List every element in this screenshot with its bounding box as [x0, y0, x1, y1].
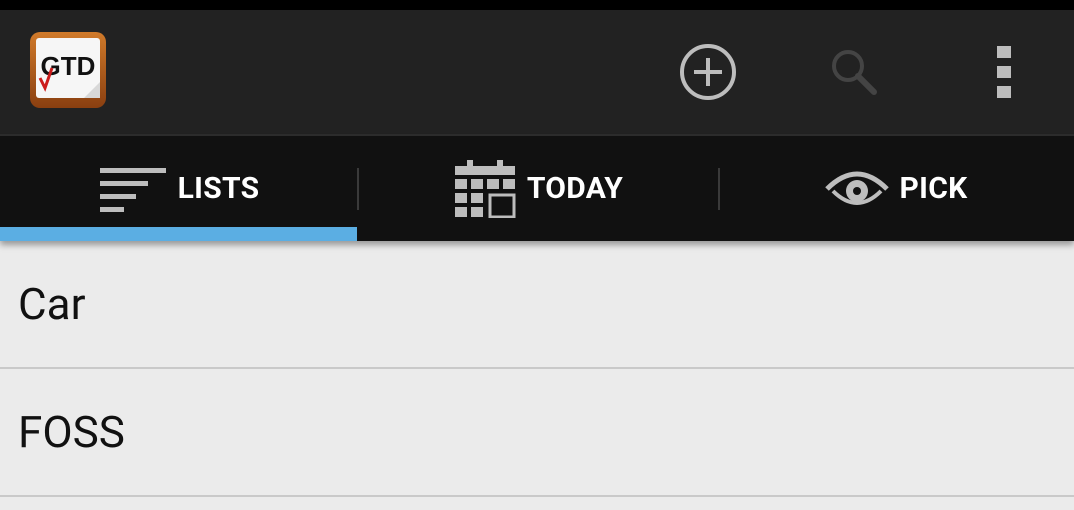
add-circle-icon [680, 44, 736, 100]
eye-icon [825, 171, 890, 205]
list-item-name: FOSS [18, 406, 125, 458]
lists-list: Car FOSS [0, 241, 1074, 497]
selected-tab-indicator [0, 227, 357, 241]
search-button[interactable] [824, 40, 884, 104]
list-item[interactable]: FOSS [0, 369, 1074, 497]
action-bar: GTD [0, 10, 1074, 136]
list-item-name: Car [18, 278, 86, 330]
app-logo[interactable]: GTD [28, 30, 108, 110]
tab-lists-label: LISTS [177, 171, 260, 206]
tab-pick[interactable]: PICK [719, 136, 1074, 241]
lists-icon [99, 167, 166, 212]
status-bar [0, 0, 1074, 10]
tab-lists[interactable]: LISTS [0, 136, 357, 241]
overflow-menu-button[interactable] [974, 40, 1034, 104]
tab-today[interactable]: TODAY [358, 136, 718, 241]
add-button[interactable] [678, 40, 738, 104]
overflow-menu-icon [997, 46, 1011, 98]
calendar-icon [454, 159, 516, 218]
list-item[interactable]: Car [0, 241, 1074, 369]
gtd-logo-icon: GTD [30, 32, 106, 108]
search-icon [832, 50, 877, 95]
tab-pick-label: PICK [899, 171, 968, 206]
tab-today-label: TODAY [526, 171, 624, 206]
tab-bar: LISTS TODAY PICK [0, 136, 1074, 241]
